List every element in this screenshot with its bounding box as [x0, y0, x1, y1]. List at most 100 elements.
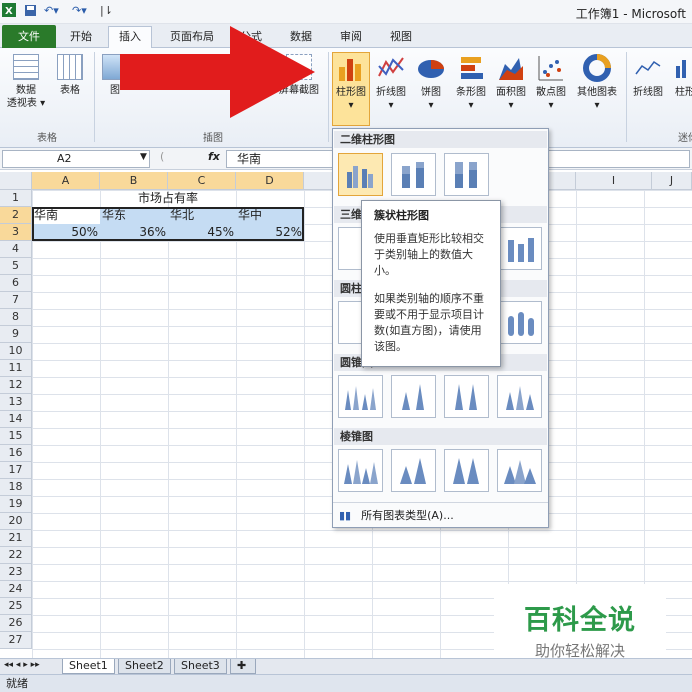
line-chart-button[interactable]: 折线图 ▾: [372, 54, 410, 112]
cone-option-3[interactable]: [444, 375, 489, 418]
row-header-1[interactable]: 1: [0, 190, 32, 207]
all-chart-types-label: 所有图表类型(A)...: [361, 509, 454, 522]
cell-c2[interactable]: 华北: [168, 207, 236, 224]
column-chart-label: 柱形图: [336, 87, 366, 98]
100-stacked-column-option[interactable]: [444, 153, 489, 196]
customize-icon[interactable]: |⇂: [100, 4, 113, 17]
fx-icon[interactable]: fx: [208, 150, 220, 163]
row-header-5[interactable]: 5: [0, 258, 32, 275]
row-header-13[interactable]: 13: [0, 394, 32, 411]
column-header-d[interactable]: D: [236, 172, 304, 190]
3d-column-icon: [508, 238, 534, 262]
row-header-10[interactable]: 10: [0, 343, 32, 360]
tab-file[interactable]: 文件: [2, 25, 56, 48]
tab-home[interactable]: 开始: [60, 27, 102, 48]
other-charts-button[interactable]: 其他图表 ▾: [572, 54, 622, 112]
cone-option-1[interactable]: [338, 375, 383, 418]
tooltip-usage: 如果类别轴的顺序不重要或不用于显示项目计数(如直方图)，请使用该图。: [374, 292, 484, 353]
group-illustrations-label: 插图: [203, 133, 223, 144]
tab-review[interactable]: 审阅: [330, 27, 372, 48]
column-chart-button[interactable]: 柱形图 ▾: [332, 52, 370, 126]
insert-sheet-icon[interactable]: ✚: [230, 659, 256, 674]
picture-label: 图: [110, 85, 120, 96]
row-header-2[interactable]: 2: [0, 207, 32, 224]
column-header-j[interactable]: J: [652, 172, 692, 190]
group-separator: [626, 52, 627, 142]
sheet-nav-icon[interactable]: ◂◂ ◂ ▸ ▸▸: [4, 660, 40, 670]
name-box-dropdown-icon[interactable]: ▼: [140, 152, 147, 162]
pyramid-option-2[interactable]: [391, 449, 436, 492]
name-box[interactable]: A2: [2, 150, 150, 168]
row-header-24[interactable]: 24: [0, 581, 32, 598]
redo-icon[interactable]: ↷▾: [72, 4, 87, 17]
scatter-chart-button[interactable]: 散点图 ▾: [532, 54, 570, 112]
row-header-8[interactable]: 8: [0, 309, 32, 326]
row-header-26[interactable]: 26: [0, 615, 32, 632]
row-header-11[interactable]: 11: [0, 360, 32, 377]
row-header-6[interactable]: 6: [0, 275, 32, 292]
row-header-12[interactable]: 12: [0, 377, 32, 394]
row-header-14[interactable]: 14: [0, 411, 32, 428]
cone-option-4[interactable]: [497, 375, 542, 418]
cell-a3[interactable]: 50%: [32, 224, 100, 241]
row-header-9[interactable]: 9: [0, 326, 32, 343]
cell-d2[interactable]: 华中: [236, 207, 304, 224]
row-header-18[interactable]: 18: [0, 479, 32, 496]
sheet-tab-2[interactable]: Sheet2: [118, 659, 171, 674]
section-2d-column: 二维柱形图: [334, 131, 547, 148]
row-header-7[interactable]: 7: [0, 292, 32, 309]
clustered-column-tooltip: 簇状柱形图 使用垂直矩形比较相交于类别轴上的数值大小。 如果类别轴的顺序不重要或…: [361, 200, 501, 367]
3d-column-option[interactable]: [497, 227, 542, 270]
pyramid-option-4[interactable]: [497, 449, 542, 492]
cell-b2[interactable]: 华东: [100, 207, 168, 224]
cell-a2[interactable]: 华南: [32, 207, 100, 224]
title-bar: X ↶▾ ↷▾ |⇂ 工作簿1 - Microsoft: [0, 0, 692, 24]
column-header-b[interactable]: B: [100, 172, 168, 190]
row-header-25[interactable]: 25: [0, 598, 32, 615]
cylinder-option-4[interactable]: [497, 301, 542, 344]
tab-view[interactable]: 视图: [380, 27, 422, 48]
watermark-logo: 百科全说 助你轻松解决: [494, 584, 666, 666]
cell-b1-title[interactable]: 市场占有率: [100, 190, 236, 207]
cell-c3[interactable]: 45%: [168, 224, 236, 241]
bar-chart-button[interactable]: 条形图 ▾: [452, 54, 490, 112]
pyramid-option-1[interactable]: [338, 449, 383, 492]
sheet-tab-1[interactable]: Sheet1: [62, 659, 115, 674]
row-header-16[interactable]: 16: [0, 445, 32, 462]
group-tables-label: 表格: [37, 133, 57, 144]
table-button[interactable]: 表格: [52, 54, 88, 97]
select-all-corner[interactable]: [0, 172, 32, 190]
row-header-15[interactable]: 15: [0, 428, 32, 445]
area-chart-button[interactable]: 面积图 ▾: [492, 54, 530, 112]
cell-d3[interactable]: 52%: [236, 224, 304, 241]
sparkline-line-button[interactable]: 折线图: [630, 54, 666, 99]
cone-option-2[interactable]: [391, 375, 436, 418]
row-header-21[interactable]: 21: [0, 530, 32, 547]
row-header-27[interactable]: 27: [0, 632, 32, 649]
sheet-tab-bar: ◂◂ ◂ ▸ ▸▸ Sheet1 Sheet2 Sheet3 ✚: [0, 658, 692, 674]
clustered-column-option[interactable]: [338, 153, 383, 196]
save-icon[interactable]: [24, 4, 37, 20]
column-header-i[interactable]: I: [576, 172, 652, 190]
row-header-22[interactable]: 22: [0, 547, 32, 564]
pyramid-option-3[interactable]: [444, 449, 489, 492]
pie-chart-button[interactable]: 饼图 ▾: [414, 54, 448, 112]
pivot-table-button[interactable]: 数据 透视表 ▾: [4, 54, 48, 110]
row-header-3[interactable]: 3: [0, 224, 32, 241]
chart-types-icon: ▮▮: [339, 509, 352, 522]
pie-chart-label: 饼图: [421, 87, 441, 98]
red-arrow-annotation: [120, 26, 315, 118]
row-header-23[interactable]: 23: [0, 564, 32, 581]
sheet-tab-3[interactable]: Sheet3: [174, 659, 227, 674]
stacked-column-option[interactable]: [391, 153, 436, 196]
sparkline-column-button[interactable]: 柱形: [670, 54, 692, 99]
column-header-c[interactable]: C: [168, 172, 236, 190]
row-header-19[interactable]: 19: [0, 496, 32, 513]
column-header-a[interactable]: A: [32, 172, 100, 190]
row-header-4[interactable]: 4: [0, 241, 32, 258]
cell-b3[interactable]: 36%: [100, 224, 168, 241]
row-header-20[interactable]: 20: [0, 513, 32, 530]
all-chart-types-link[interactable]: ▮▮ 所有图表类型(A)...: [339, 507, 454, 525]
row-header-17[interactable]: 17: [0, 462, 32, 479]
undo-icon[interactable]: ↶▾: [44, 4, 59, 17]
